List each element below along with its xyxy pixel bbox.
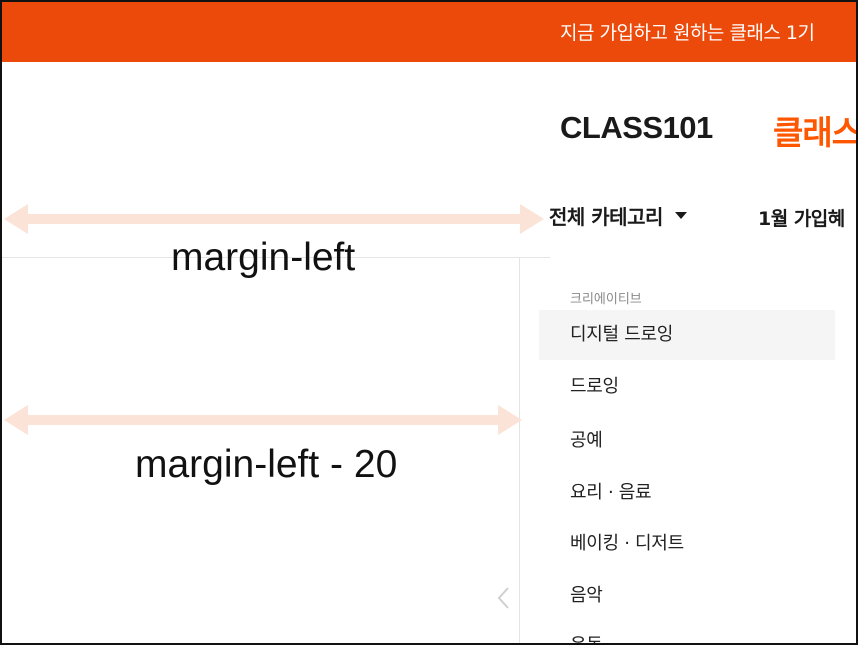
promo-banner-text: 지금 가입하고 원하는 클래스 1기 <box>560 22 815 44</box>
chevron-left-icon[interactable] <box>496 586 510 610</box>
arrow-head-right-icon <box>520 204 544 234</box>
category-section-header: 크리에이티브 <box>570 292 642 307</box>
arrow-shaft <box>26 415 500 425</box>
caret-down-icon <box>674 212 687 219</box>
category-item-music[interactable]: 음악 <box>570 581 603 607</box>
promo-banner[interactable]: 지금 가입하고 원하는 클래스 1기 <box>2 2 856 62</box>
screenshot-frame: 지금 가입하고 원하는 클래스 1기 CLASS101 클래스 전체 카테고리 … <box>0 0 858 645</box>
logo-sub-title[interactable]: 클래스 <box>773 106 856 154</box>
category-item-exercise[interactable]: 운동 <box>570 631 603 643</box>
class101-logo[interactable]: CLASS101 <box>560 110 713 146</box>
promo-nav-link[interactable]: 1월 가입혜 <box>758 204 845 231</box>
category-item-drawing[interactable]: 드로잉 <box>570 372 619 398</box>
margin-left-arrow <box>4 204 544 234</box>
category-item-crafts[interactable]: 공예 <box>570 426 603 452</box>
arrow-shaft <box>26 214 522 224</box>
arrow-head-left-icon <box>4 405 28 435</box>
category-item-digital-drawing[interactable]: 디지털 드로잉 <box>570 320 673 346</box>
margin-left-minus-20-arrow <box>4 405 522 435</box>
category-item-cooking[interactable]: 요리 · 음료 <box>570 478 652 504</box>
margin-left-minus-20-annotation: margin-left - 20 <box>135 443 398 486</box>
all-categories-label: 전체 카테고리 <box>549 205 663 229</box>
arrow-head-right-icon <box>498 405 522 435</box>
all-categories-menu[interactable]: 전체 카테고리 <box>549 201 687 230</box>
margin-left-annotation: margin-left <box>171 236 356 279</box>
category-item-baking[interactable]: 베이킹 · 디저트 <box>570 529 684 555</box>
arrow-head-left-icon <box>4 204 28 234</box>
